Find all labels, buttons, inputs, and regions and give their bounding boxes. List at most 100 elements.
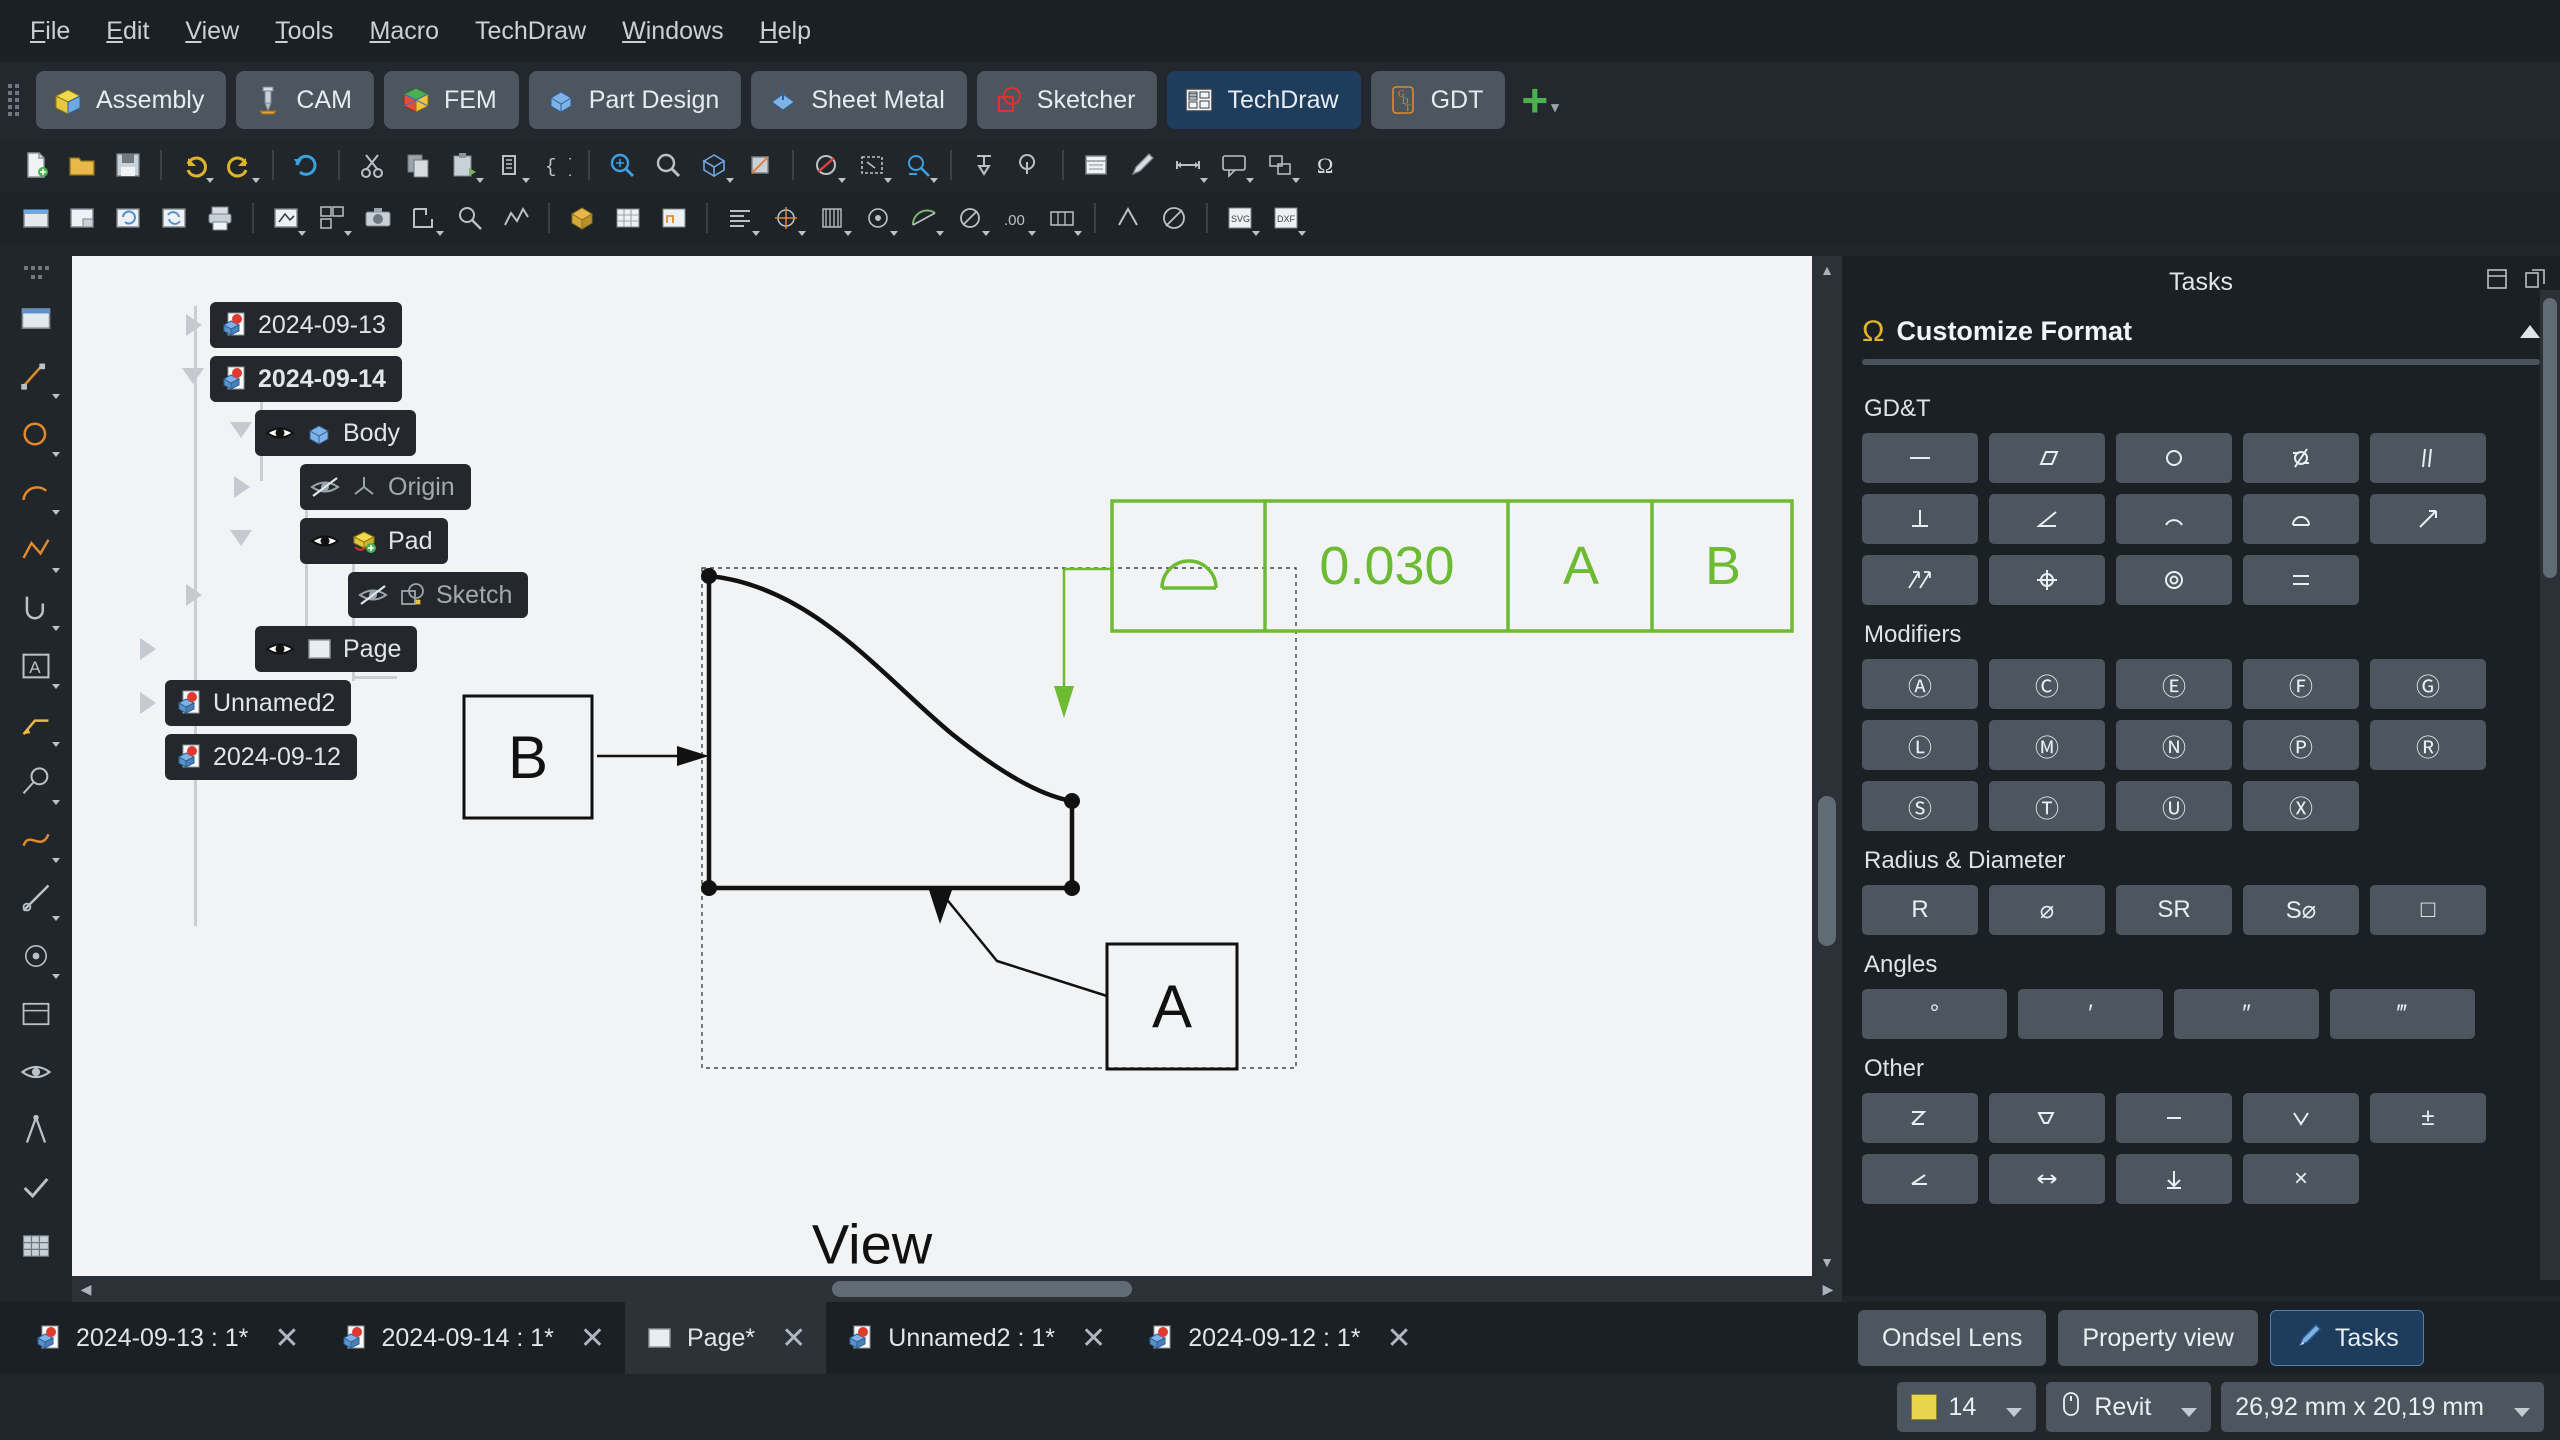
float-panel-icon[interactable] <box>2486 268 2508 297</box>
vertical-scroll-thumb[interactable] <box>1818 796 1836 946</box>
vt-circle-icon[interactable] <box>10 408 62 460</box>
page-template-icon[interactable] <box>1074 144 1118 186</box>
visibility-eye-icon[interactable] <box>310 530 340 552</box>
scroll-left-icon[interactable]: ◀ <box>72 1276 100 1302</box>
tree-expander-3[interactable] <box>234 476 250 498</box>
complex-section-icon[interactable] <box>494 197 538 239</box>
doc-tab-2024-09-13[interactable]: 2024-09-13 : 1* ✕ <box>14 1302 320 1374</box>
gdt-circular-runout-button[interactable] <box>2370 494 2486 544</box>
insert-arch-view-icon[interactable] <box>652 197 696 239</box>
stack-icon[interactable] <box>1258 144 1302 186</box>
scroll-up-icon[interactable]: ▲ <box>1812 256 1842 284</box>
vt-draft-icon[interactable] <box>10 872 62 924</box>
workbench-techdraw[interactable]: TechDraw <box>1167 71 1361 129</box>
workbench-gdt[interactable]: G D T GDT <box>1370 71 1506 129</box>
modifier-a-button[interactable]: Ⓐ <box>1862 659 1978 709</box>
modifier-l-button[interactable]: Ⓛ <box>1862 720 1978 770</box>
chevron-down-icon[interactable] <box>2514 1407 2530 1417</box>
zoom-selector[interactable]: 14 <box>1896 1382 2037 1432</box>
techdraw-canvas[interactable]: 0.030 A B B A View 2024-09-13 2024-09-14… <box>72 256 1812 1276</box>
vt-compass-icon[interactable] <box>10 1104 62 1156</box>
gdt-concentricity-button[interactable] <box>2116 555 2232 605</box>
close-tab-icon[interactable]: ✕ <box>1081 1321 1106 1356</box>
selection-filter-icon[interactable] <box>804 144 848 186</box>
copy-icon[interactable] <box>396 144 440 186</box>
doc-tab-unnamed2[interactable]: Unnamed2 : 1* ✕ <box>826 1302 1127 1374</box>
camera-view-icon[interactable] <box>356 197 400 239</box>
detail-view-icon[interactable] <box>448 197 492 239</box>
doc-tab-2024-09-12[interactable]: 2024-09-12 : 1* ✕ <box>1126 1302 1432 1374</box>
depth-counterbore-button[interactable] <box>1862 1093 1978 1143</box>
visibility-eye-icon[interactable] <box>265 422 295 444</box>
3d-view-icon[interactable] <box>560 197 604 239</box>
tree-expander-0[interactable] <box>186 314 202 336</box>
vt-polyline-icon[interactable] <box>10 524 62 576</box>
new-page-template-icon[interactable] <box>60 197 104 239</box>
tree-expander-8[interactable] <box>140 692 156 714</box>
vt-check-icon[interactable] <box>10 1162 62 1214</box>
canvas-horizontal-scrollbar[interactable]: ◀ ▶ <box>72 1276 1842 1302</box>
export-svg-icon[interactable]: SVG <box>1218 197 1262 239</box>
navigation-style-selector[interactable]: Revit <box>2046 1382 2212 1432</box>
diameter-button[interactable]: ⌀ <box>1989 885 2105 935</box>
workbench-fem[interactable]: FEM <box>383 71 519 129</box>
modifier-p-button[interactable]: Ⓟ <box>2243 720 2359 770</box>
scroll-down-icon[interactable]: ▼ <box>1812 1248 1842 1276</box>
property-view-button[interactable]: Property view <box>2058 1310 2258 1366</box>
tree-node-2024-09-14[interactable]: 2024-09-14 <box>210 356 402 402</box>
gdt-symmetry-button[interactable] <box>2243 555 2359 605</box>
export-dxf-icon[interactable]: DXF <box>1264 197 1308 239</box>
dimensions-display[interactable]: 26,92 mm x 20,19 mm <box>2221 1382 2544 1432</box>
horizontal-scroll-thumb[interactable] <box>832 1281 1132 1297</box>
modifier-m-button[interactable]: Ⓜ <box>1989 720 2105 770</box>
workbench-bar-grip[interactable] <box>8 78 22 122</box>
tolerance-icon[interactable] <box>1040 197 1084 239</box>
doc-tab-2024-09-14[interactable]: 2024-09-14 : 1* ✕ <box>319 1302 625 1374</box>
menu-windows[interactable]: Windows <box>604 11 741 52</box>
spreadsheet-view-icon[interactable] <box>606 197 650 239</box>
gdt-profile-of-line-button[interactable] <box>2116 494 2232 544</box>
spherical-diameter-button[interactable]: S⌀ <box>2243 885 2359 935</box>
doc-tab-page[interactable]: Page* ✕ <box>625 1302 827 1374</box>
tree-expander-7[interactable] <box>140 638 156 660</box>
tree-node-origin[interactable]: Origin <box>300 464 471 510</box>
spherical-radius-button[interactable]: SR <box>2116 885 2232 935</box>
depth-button[interactable] <box>2116 1154 2232 1204</box>
open-document-icon[interactable] <box>60 144 104 186</box>
chevron-down-icon[interactable] <box>2181 1407 2198 1417</box>
close-tab-icon[interactable]: ✕ <box>781 1321 806 1356</box>
insert-projection-group-icon[interactable] <box>310 197 354 239</box>
tree-node-pad[interactable]: Pad <box>300 518 449 564</box>
tree-node-2024-09-13[interactable]: 2024-09-13 <box>210 302 402 348</box>
workbench-sheet-metal[interactable]: Sheet Metal <box>751 71 967 129</box>
paste-icon[interactable] <box>442 144 486 186</box>
minute-button[interactable]: ′ <box>2018 989 2163 1039</box>
tree-expander-1[interactable] <box>182 368 204 384</box>
vtoolbar-grip[interactable] <box>21 266 51 280</box>
zoom-icon[interactable] <box>646 144 690 186</box>
modifier-e-button[interactable]: Ⓔ <box>2116 659 2232 709</box>
vt-leaderline-icon[interactable] <box>10 698 62 750</box>
gdt-position-button[interactable] <box>1989 555 2105 605</box>
tasks-scroll-thumb[interactable] <box>2543 298 2557 578</box>
modifier-t-button[interactable]: Ⓣ <box>1989 781 2105 831</box>
vt-eye-icon[interactable] <box>10 1046 62 1098</box>
text-align-icon[interactable] <box>718 197 762 239</box>
weld-symbol-icon[interactable] <box>1152 197 1196 239</box>
undo-icon[interactable] <box>172 144 216 186</box>
diameter-dim-icon[interactable] <box>948 197 992 239</box>
centerline-icon[interactable] <box>764 197 808 239</box>
modifier-n-button[interactable]: Ⓝ <box>2116 720 2232 770</box>
tree-expander-4[interactable] <box>230 530 252 546</box>
slope-button[interactable] <box>1862 1154 1978 1204</box>
new-document-icon[interactable] <box>14 144 58 186</box>
collapse-section-icon[interactable] <box>2520 325 2540 338</box>
tasks-panel-scrollbar[interactable] <box>2540 290 2560 1280</box>
close-tab-icon[interactable]: ✕ <box>1387 1321 1412 1356</box>
tasks-button[interactable]: Tasks <box>2269 1310 2424 1366</box>
menu-tools[interactable]: Tools <box>257 11 351 52</box>
braces-icon[interactable]: { } <box>534 144 578 186</box>
menu-file[interactable]: FFileile <box>12 11 88 52</box>
new-page-default-icon[interactable] <box>14 197 58 239</box>
menu-help[interactable]: Help <box>742 11 829 52</box>
